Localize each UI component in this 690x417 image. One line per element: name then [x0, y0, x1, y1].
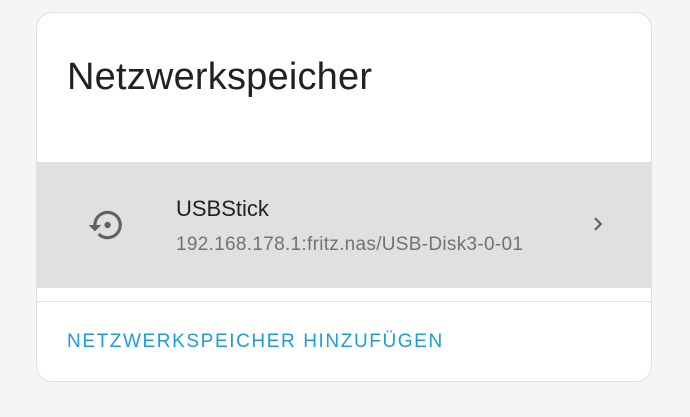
card-title: Netzwerkspeicher: [67, 56, 373, 98]
network-storage-card: Netzwerkspeicher USBStick 192.168.178.1:…: [36, 12, 652, 382]
add-network-storage-button[interactable]: NETZWERKSPEICHER HINZUFÜGEN: [55, 327, 456, 357]
card-divider: [37, 301, 651, 302]
chevron-right-icon: [594, 217, 603, 231]
storage-item-path: 192.168.178.1:fritz.nas/USB-Disk3-0-01: [176, 234, 524, 255]
storage-item-usbstick[interactable]: USBStick 192.168.178.1:fritz.nas/USB-Dis…: [37, 162, 651, 288]
storage-item-name: USBStick: [176, 196, 269, 221]
restore-icon: [88, 210, 122, 240]
